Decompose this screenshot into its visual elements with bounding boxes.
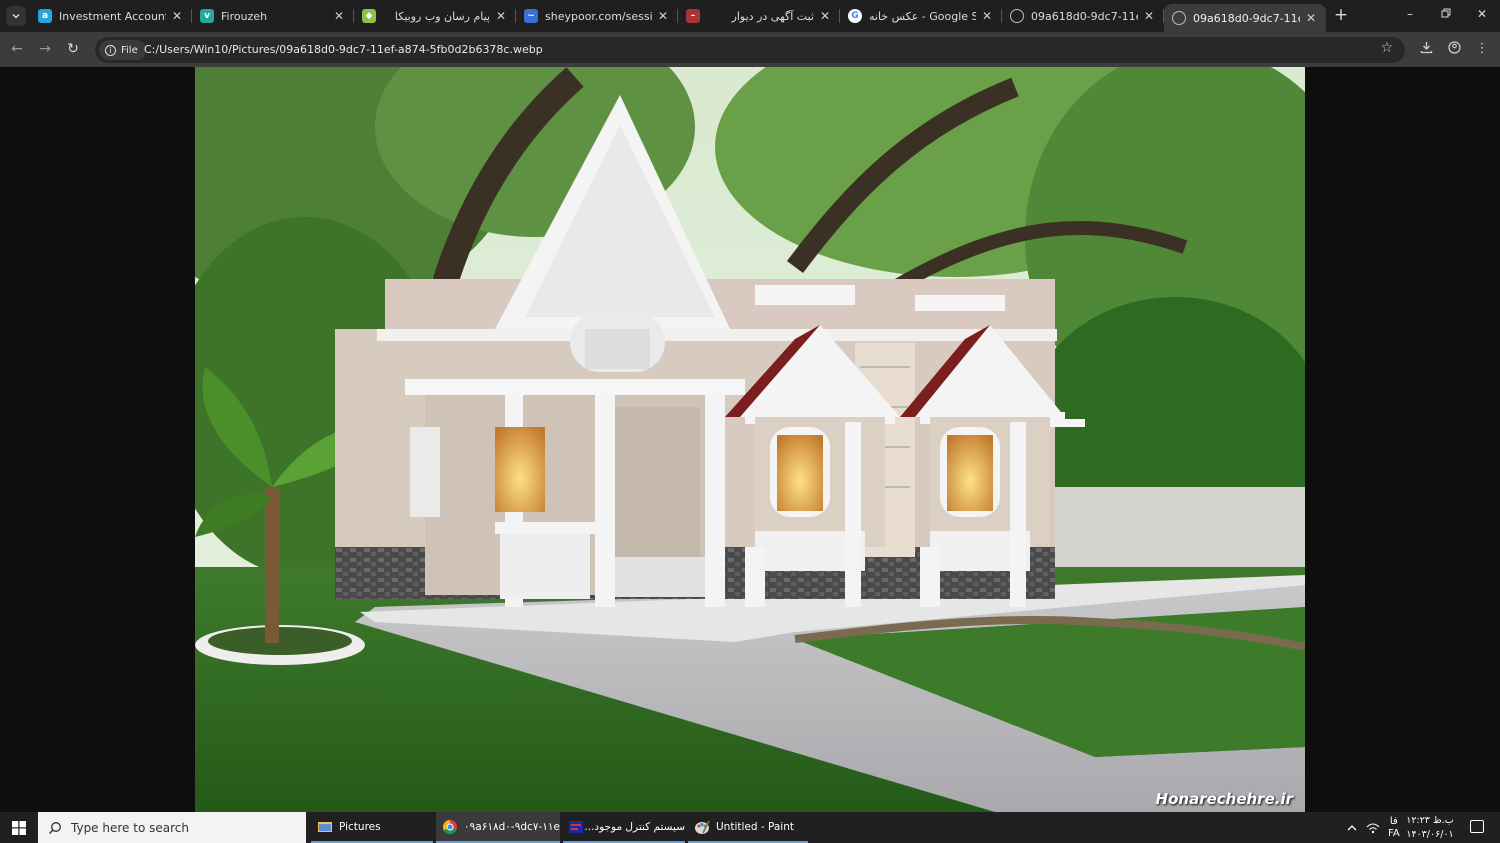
tab-title: Investment Account [59, 9, 166, 23]
show-hidden-icons-chevron-up-icon[interactable] [1346, 812, 1358, 843]
tab-title: Firouzeh [221, 9, 268, 23]
chrome-icon [442, 819, 457, 834]
menu-kebab-icon[interactable]: ⋮ [1474, 41, 1490, 56]
site-info-chip[interactable]: i File [99, 40, 146, 60]
paint-icon [695, 820, 710, 834]
language-indicator[interactable]: فا FA [1388, 812, 1400, 843]
search-placeholder: Type here to search [71, 820, 189, 835]
tab-title: عکس خانه - Google Search [869, 9, 976, 23]
reload-icon[interactable]: ↻ [64, 40, 82, 58]
tab-search-button[interactable] [6, 6, 26, 26]
forward-arrow-icon[interactable]: → [36, 40, 54, 58]
tab-close-icon[interactable]: ✕ [980, 9, 994, 23]
notification-icon[interactable] [1470, 820, 1484, 833]
taskbar-app-paint[interactable]: Untitled - Paint [688, 812, 808, 843]
url-text[interactable]: C:/Users/Win10/Pictures/09a618d0-9dc7-11… [144, 43, 543, 56]
taskbar-app-label: Pictures [339, 820, 381, 833]
info-icon: i [105, 44, 116, 56]
tab-close-icon[interactable]: ✕ [1304, 11, 1318, 25]
tab-close-icon[interactable]: ✕ [332, 9, 346, 23]
image-watermark: Honarechehre.ir [1155, 790, 1293, 808]
chevron-down-icon [12, 14, 20, 19]
folder-icon [318, 821, 332, 832]
house-illustration [195, 67, 1305, 812]
sheypoor-favicon-icon: ~ [524, 9, 538, 23]
globe-favicon-icon [1010, 9, 1024, 23]
taskbar-app-control-system[interactable]: سیستم کنترل موجود... [563, 812, 685, 843]
clock-time: ب.ظ ۱۲:۲۳ [1406, 815, 1454, 826]
taskbar-app-label: Untitled - Paint [716, 820, 794, 833]
profile-icon[interactable] [1446, 41, 1462, 58]
site-info-label: File [121, 44, 138, 56]
tab-strip: a Investment Account ✕ v Firouzeh ✕ ◆ پیام رسان… [0, 0, 1500, 32]
browser-tab[interactable]: G عکس خانه - Google Search ✕ [840, 4, 1002, 28]
tab-close-icon[interactable]: ✕ [170, 9, 184, 23]
investment-favicon-icon: a [38, 9, 52, 23]
house-render-image: Honarechehre.ir [195, 67, 1305, 812]
minimize-icon[interactable]: – [1402, 7, 1418, 21]
system-clock[interactable]: ب.ظ ۱۲:۲۳ ۱۴۰۳/۰۶/۰۱ [1402, 814, 1458, 842]
network-icon[interactable] [1366, 812, 1380, 843]
search-icon [49, 821, 61, 834]
tab-title: sheypoor.com/session/my [545, 9, 652, 23]
tab-title: ثبت آگهی در دیوار [731, 9, 814, 23]
tab-close-icon[interactable]: ✕ [818, 9, 832, 23]
clock-date: ۱۴۰۳/۰۶/۰۱ [1406, 829, 1454, 840]
browser-tab[interactable]: – ثبت آگهی در دیوار ✕ [678, 4, 840, 28]
taskbar-app-label: سیستم کنترل موجود... [584, 820, 685, 833]
tab-title: 09a618d0-9dc7-11ef-a874 [1193, 11, 1300, 25]
browser-tab[interactable]: a Investment Account ✕ [30, 4, 192, 28]
language-bottom: FA [1388, 827, 1400, 839]
new-tab-button[interactable]: + [1332, 6, 1350, 24]
browser-toolbar: ← → ↻ i File C:/Users/Win10/Pictures/09a… [0, 32, 1500, 67]
taskbar-app-pictures[interactable]: Pictures [311, 812, 433, 843]
browser-tab[interactable]: 09a618d0-9dc7-11ef-a874 ✕ [1164, 4, 1326, 32]
back-arrow-icon[interactable]: ← [8, 40, 26, 58]
globe-favicon-icon [1172, 11, 1186, 25]
tab-list: a Investment Account ✕ v Firouzeh ✕ ◆ پیام رسان… [30, 4, 1326, 32]
divar-favicon-icon: – [686, 9, 700, 23]
tab-title: 09a618d0-9dc7-11ef-a874 [1031, 9, 1138, 23]
windows-taskbar: Type here to search Pictures ۰۹a۶۱۸d۰-۹d… [0, 812, 1500, 843]
restore-icon[interactable] [1438, 7, 1454, 21]
download-icon[interactable] [1418, 41, 1434, 58]
taskbar-app-label: ۰۹a۶۱۸d۰-۹dc۷-۱۱ef-... [464, 820, 560, 833]
language-top: فا [1389, 815, 1398, 827]
google-favicon-icon: G [848, 9, 862, 23]
close-window-icon[interactable]: ✕ [1474, 7, 1490, 21]
app-icon [569, 820, 584, 833]
taskbar-app-chrome[interactable]: ۰۹a۶۱۸d۰-۹dc۷-۱۱ef-... [436, 812, 560, 843]
rubika-favicon-icon: ◆ [362, 9, 376, 23]
browser-tab[interactable]: ~ sheypoor.com/session/my ✕ [516, 4, 678, 28]
firouzeh-favicon-icon: v [200, 9, 214, 23]
address-bar[interactable]: i File C:/Users/Win10/Pictures/09a618d0-… [95, 37, 1405, 63]
browser-tab[interactable]: 09a618d0-9dc7-11ef-a874 ✕ [1002, 4, 1164, 28]
start-button[interactable] [0, 812, 38, 843]
windows-logo-icon [12, 820, 26, 835]
tab-close-icon[interactable]: ✕ [1142, 9, 1156, 23]
tab-title: پیام رسان وب روبیکا [394, 9, 490, 23]
image-viewport: Honarechehre.ir [0, 67, 1500, 812]
browser-tab[interactable]: v Firouzeh ✕ [192, 4, 354, 28]
tab-close-icon[interactable]: ✕ [656, 9, 670, 23]
tab-close-icon[interactable]: ✕ [494, 9, 508, 23]
browser-tab[interactable]: ◆ پیام رسان وب روبیکا ✕ [354, 4, 516, 28]
bookmark-star-icon[interactable]: ☆ [1380, 40, 1393, 56]
taskbar-search-box[interactable]: Type here to search [38, 812, 306, 843]
